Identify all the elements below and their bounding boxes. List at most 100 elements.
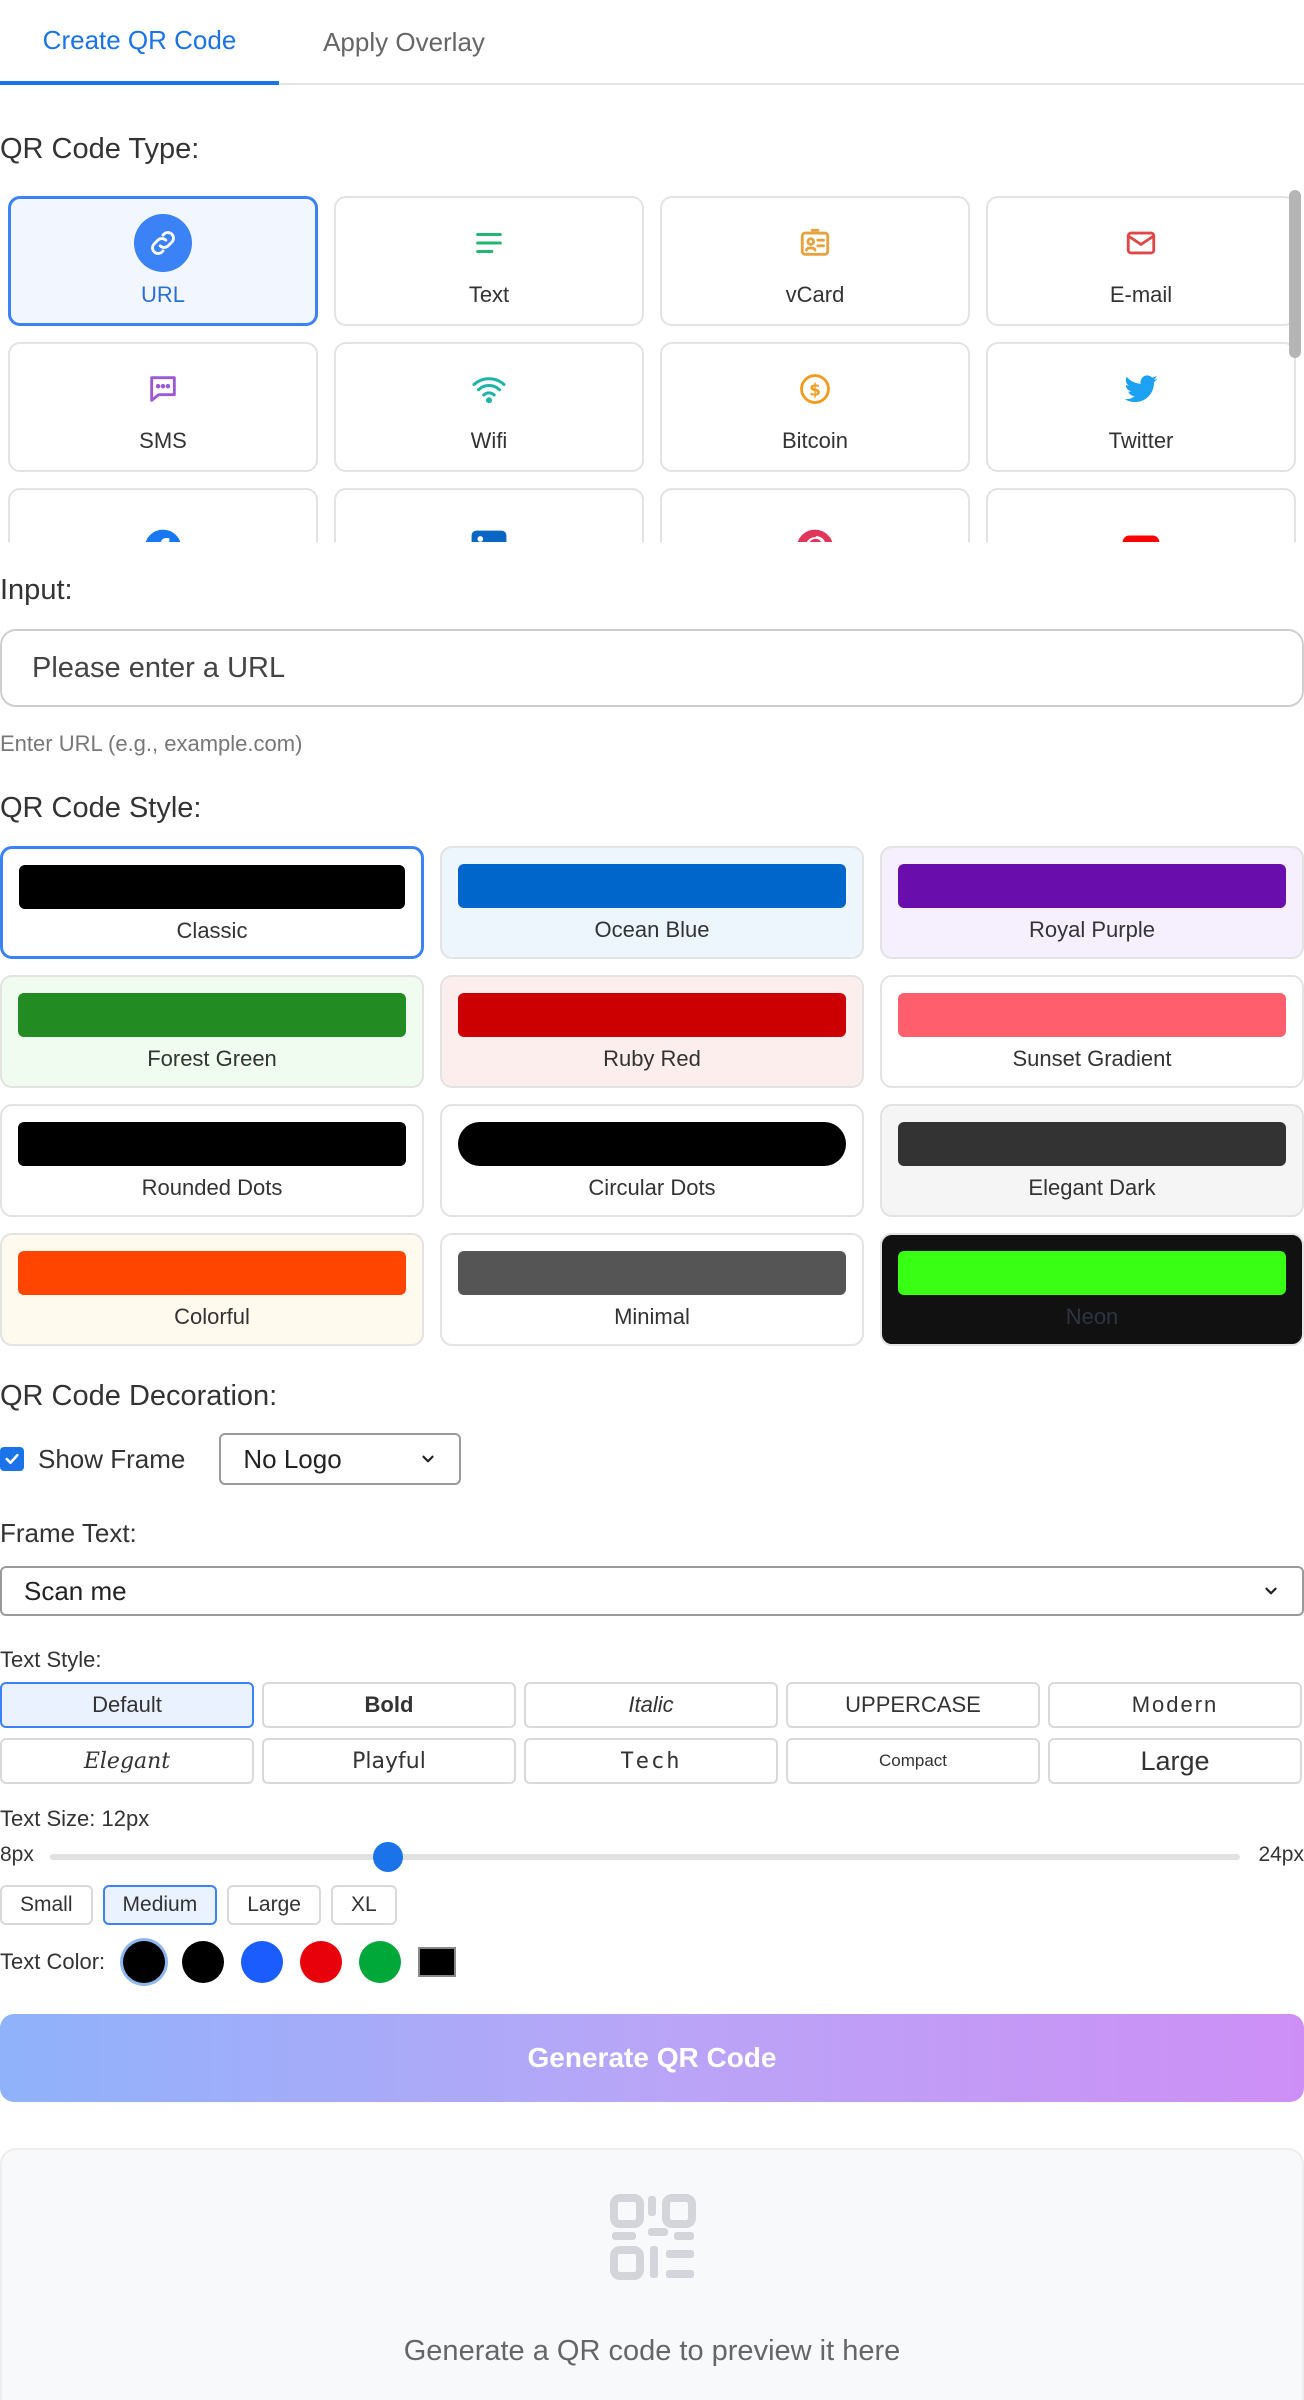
color-swatch-black-selected[interactable] xyxy=(123,1941,166,1983)
text-style-compact[interactable]: Compact xyxy=(786,1738,1040,1784)
style-swatch xyxy=(458,993,846,1037)
style-name: Circular Dots xyxy=(588,1175,716,1200)
text-size-slider-row: 8px 24px xyxy=(0,1838,1304,1874)
text-style-default[interactable]: Default xyxy=(0,1682,254,1728)
text-size-label: Text Size: 12px xyxy=(0,1806,150,1831)
pinterest-icon xyxy=(786,519,844,542)
preview-placeholder-text: Generate a QR code to preview it here xyxy=(403,2335,901,2367)
text-size-slider-track[interactable] xyxy=(50,1854,1240,1860)
text-size-slider-thumb[interactable] xyxy=(372,1842,403,1872)
text-color-label: Text Color: xyxy=(0,1949,106,1974)
style-rounded-dots[interactable]: Rounded Dots xyxy=(0,1104,424,1217)
style-swatch xyxy=(898,1122,1286,1166)
size-preset-xl[interactable]: XL xyxy=(330,1885,397,1925)
text-style-uppercase[interactable]: UPPERCASE xyxy=(786,1682,1040,1728)
qr-type-scroll-area[interactable]: URL Text vCard E-mail SMS Wifi $ Bitcoin… xyxy=(0,190,1304,542)
text-style-modern[interactable]: Modern xyxy=(1048,1682,1302,1728)
size-preset-medium[interactable]: Medium xyxy=(102,1885,218,1925)
style-swatch xyxy=(18,1251,406,1295)
color-swatch-green[interactable] xyxy=(359,1941,402,1983)
qr-type-text[interactable]: Text xyxy=(334,196,644,326)
qr-type-email[interactable]: E-mail xyxy=(986,196,1296,326)
svg-text:$: $ xyxy=(809,380,821,400)
qr-style-grid: Classic Ocean Blue Royal Purple Forest G… xyxy=(0,846,1304,1346)
text-style-grid: Default Bold Italic UPPERCASE Modern Ele… xyxy=(0,1682,1302,1784)
qr-type-bitcoin[interactable]: $ Bitcoin xyxy=(660,342,970,472)
text-style-playful[interactable]: Playful xyxy=(262,1738,516,1784)
style-classic[interactable]: Classic xyxy=(0,846,424,959)
style-name: Classic xyxy=(176,918,248,943)
show-frame-checkbox[interactable] xyxy=(0,1447,24,1471)
style-swatch xyxy=(458,1251,846,1295)
style-neon[interactable]: Neon xyxy=(880,1233,1304,1346)
decoration-row: Show Frame No Logo xyxy=(0,1433,462,1485)
show-frame-label: Show Frame xyxy=(38,1443,186,1474)
chevron-down-icon xyxy=(422,1455,435,1463)
style-swatch xyxy=(898,1251,1286,1295)
tab-create-qr-code[interactable]: Create QR Code xyxy=(0,0,279,85)
logo-select-value: No Logo xyxy=(243,1443,342,1474)
qr-type-label-text: vCard xyxy=(785,282,845,307)
style-ocean-blue[interactable]: Ocean Blue xyxy=(440,846,864,959)
url-input[interactable] xyxy=(0,629,1304,707)
size-preset-large[interactable]: Large xyxy=(227,1885,321,1925)
logo-select[interactable]: No Logo xyxy=(219,1433,462,1485)
qr-type-scrollbar[interactable] xyxy=(1289,190,1301,358)
checkmark-icon xyxy=(5,1453,19,1465)
text-style-bold[interactable]: Bold xyxy=(262,1682,516,1728)
text-style-large[interactable]: Large xyxy=(1048,1738,1302,1784)
color-swatch-black[interactable] xyxy=(182,1941,225,1983)
style-colorful[interactable]: Colorful xyxy=(0,1233,424,1346)
qr-preview-panel: Generate a QR code to preview it here xyxy=(0,2148,1304,2400)
frame-text-select-value: Scan me xyxy=(24,1575,127,1606)
qr-type-label-text: Text xyxy=(468,282,510,307)
facebook-icon xyxy=(134,519,192,542)
qr-type-label: QR Code Type: xyxy=(0,133,200,165)
text-style-tech[interactable]: Tech xyxy=(524,1738,778,1784)
custom-color-picker[interactable] xyxy=(418,1947,457,1977)
qr-type-wifi[interactable]: Wifi xyxy=(334,342,644,472)
style-circular-dots[interactable]: Circular Dots xyxy=(440,1104,864,1217)
style-name: Minimal xyxy=(614,1304,690,1329)
style-ruby-red[interactable]: Ruby Red xyxy=(440,975,864,1088)
color-swatch-blue[interactable] xyxy=(241,1941,284,1983)
slider-max-label: 24px xyxy=(1258,1843,1304,1866)
qr-type-pinterest[interactable] xyxy=(660,488,970,542)
qr-type-grid: URL Text vCard E-mail SMS Wifi $ Bitcoin… xyxy=(8,196,1296,542)
style-sunset-gradient[interactable]: Sunset Gradient xyxy=(880,975,1304,1088)
generate-qr-button[interactable]: Generate QR Code xyxy=(0,2014,1304,2102)
style-name: Colorful xyxy=(174,1304,250,1329)
link-icon xyxy=(134,214,192,272)
style-swatch xyxy=(898,864,1286,908)
color-swatch-red[interactable] xyxy=(300,1941,343,1983)
tab-apply-overlay[interactable]: Apply Overlay xyxy=(279,0,529,85)
text-style-italic[interactable]: Italic xyxy=(524,1682,778,1728)
frame-text-select[interactable]: Scan me xyxy=(0,1566,1304,1616)
style-name: Rounded Dots xyxy=(141,1175,283,1200)
style-elegant-dark[interactable]: Elegant Dark xyxy=(880,1104,1304,1217)
chevron-down-icon xyxy=(1265,1587,1277,1595)
qr-type-label-text: Wifi xyxy=(470,428,508,453)
text-style-label: Text Style: xyxy=(0,1647,102,1672)
twitter-icon xyxy=(1112,360,1170,418)
size-preset-small[interactable]: Small xyxy=(0,1885,93,1925)
qr-type-facebook[interactable] xyxy=(8,488,318,542)
qr-type-label-text: Twitter xyxy=(1108,428,1174,453)
style-swatch xyxy=(18,1122,406,1166)
qr-style-label: QR Code Style: xyxy=(0,792,202,824)
input-label: Input: xyxy=(0,574,73,606)
style-swatch xyxy=(458,864,846,908)
text-style-elegant[interactable]: Elegant xyxy=(0,1738,254,1784)
text-lines-icon xyxy=(460,214,518,272)
style-swatch xyxy=(898,993,1286,1037)
style-forest-green[interactable]: Forest Green xyxy=(0,975,424,1088)
qr-type-youtube[interactable] xyxy=(986,488,1296,542)
style-royal-purple[interactable]: Royal Purple xyxy=(880,846,1304,959)
style-name: Elegant Dark xyxy=(1028,1175,1156,1200)
qr-type-sms[interactable]: SMS xyxy=(8,342,318,472)
qr-type-vcard[interactable]: vCard xyxy=(660,196,970,326)
qr-type-linkedin[interactable] xyxy=(334,488,644,542)
qr-type-url[interactable]: URL xyxy=(8,196,318,326)
style-minimal[interactable]: Minimal xyxy=(440,1233,864,1346)
qr-type-twitter[interactable]: Twitter xyxy=(986,342,1296,472)
